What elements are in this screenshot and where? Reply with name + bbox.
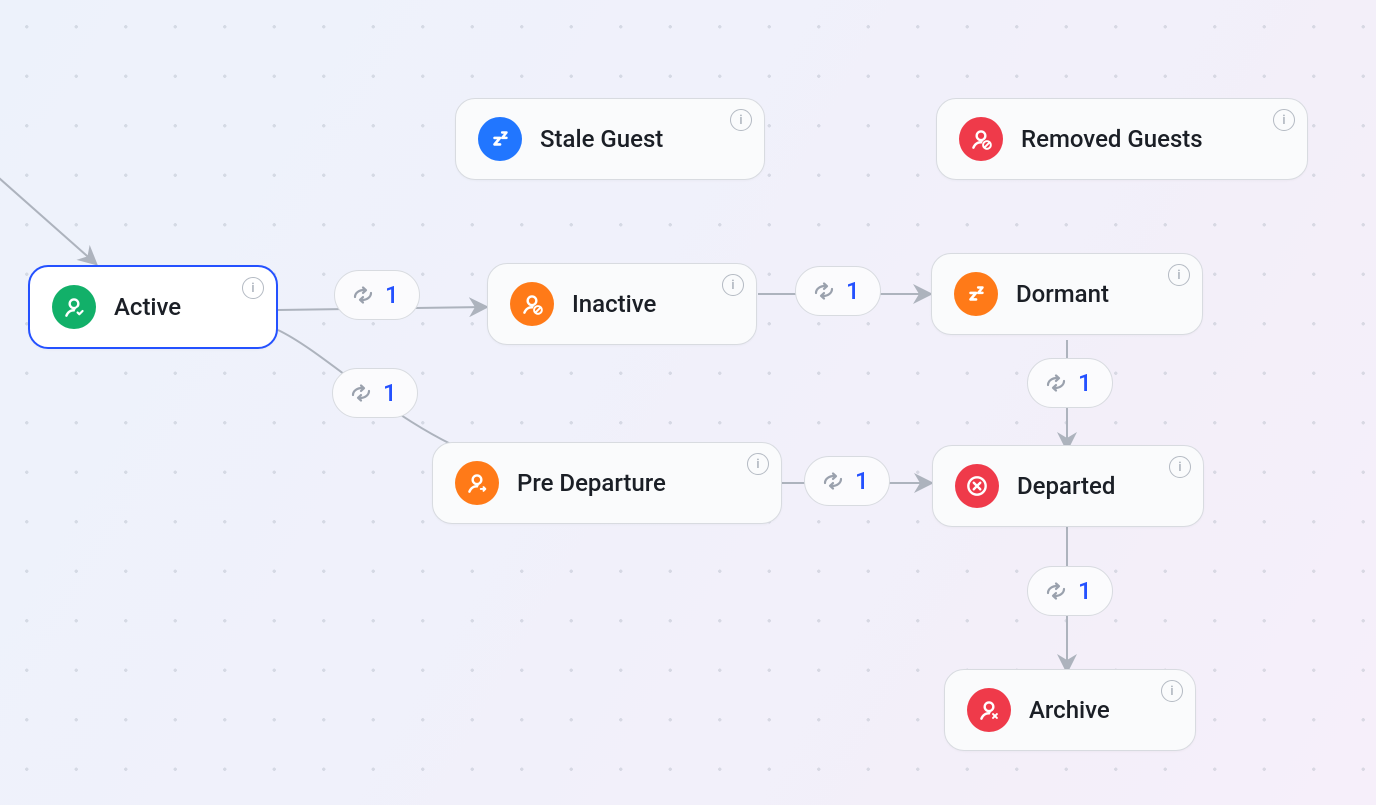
edge-dormant-to-departed[interactable]: 1 — [1027, 358, 1113, 408]
node-label: Archive — [1029, 696, 1110, 724]
edge-count: 1 — [383, 379, 397, 407]
transition-icon — [351, 283, 375, 307]
node-label: Stale Guest — [540, 125, 663, 153]
transition-icon — [1044, 579, 1068, 603]
transition-icon — [1044, 371, 1068, 395]
sleep-zz-icon — [954, 272, 998, 316]
node-label: Dormant — [1016, 280, 1109, 308]
info-icon[interactable] — [1161, 680, 1183, 702]
edge-count: 1 — [385, 281, 399, 309]
info-icon[interactable] — [747, 453, 769, 475]
node-inactive[interactable]: Inactive — [487, 263, 757, 345]
edge-count: 1 — [855, 467, 869, 495]
edge-count: 1 — [1078, 369, 1092, 397]
user-arrow-icon — [455, 461, 499, 505]
node-label: Departed — [1017, 472, 1115, 500]
node-label: Inactive — [572, 290, 656, 318]
node-stale-guest[interactable]: Stale Guest — [455, 98, 765, 180]
info-icon[interactable] — [242, 277, 264, 299]
edge-count: 1 — [846, 277, 860, 305]
node-active[interactable]: Active — [28, 265, 278, 349]
transition-icon — [349, 381, 373, 405]
edge-inactive-to-dormant[interactable]: 1 — [795, 266, 881, 316]
user-x-icon — [967, 688, 1011, 732]
edge-active-to-inactive[interactable]: 1 — [334, 270, 420, 320]
node-archive[interactable]: Archive — [944, 669, 1196, 751]
transition-icon — [812, 279, 836, 303]
info-icon[interactable] — [1168, 264, 1190, 286]
edge-active-to-predeparture[interactable]: 1 — [332, 368, 418, 418]
node-label: Pre Departure — [517, 469, 666, 497]
info-icon[interactable] — [722, 274, 744, 296]
edge-predeparture-to-departed[interactable]: 1 — [804, 456, 890, 506]
node-departed[interactable]: Departed — [932, 445, 1204, 527]
node-removed-guests[interactable]: Removed Guests — [936, 98, 1308, 180]
info-icon[interactable] — [1273, 109, 1295, 131]
user-check-icon — [52, 285, 96, 329]
info-icon[interactable] — [730, 109, 752, 131]
edge-count: 1 — [1078, 577, 1092, 605]
user-block-icon — [510, 282, 554, 326]
transition-icon — [821, 469, 845, 493]
node-pre-departure[interactable]: Pre Departure — [432, 442, 782, 524]
node-label: Removed Guests — [1021, 125, 1203, 153]
edge-departed-to-archive[interactable]: 1 — [1027, 566, 1113, 616]
sleep-zz-icon — [478, 117, 522, 161]
node-dormant[interactable]: Dormant — [931, 253, 1203, 335]
user-block-icon — [959, 117, 1003, 161]
x-circle-icon — [955, 464, 999, 508]
info-icon[interactable] — [1169, 456, 1191, 478]
node-label: Active — [114, 293, 181, 321]
